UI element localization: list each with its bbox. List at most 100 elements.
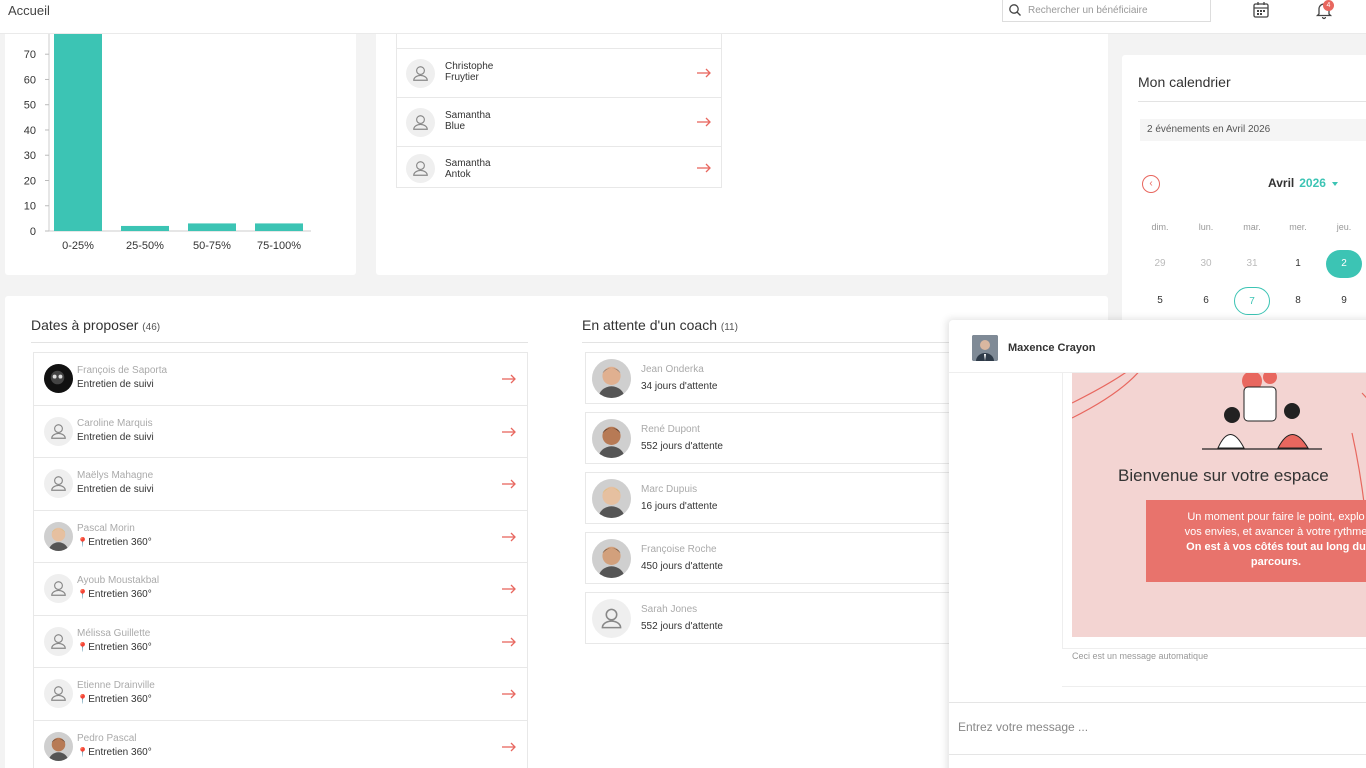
waiting-duration: 34 jours d'attente <box>641 381 718 392</box>
list-item[interactable]: Françoise Roche 450 jours d'attente <box>585 532 965 584</box>
y-tick-label: 60 <box>24 74 36 86</box>
beneficiaries-list-card: Christophe Fruytier Samantha Blue Samantha… <box>376 34 1108 275</box>
weekday-label: lun. <box>1198 222 1214 232</box>
avatar <box>592 359 631 398</box>
beneficiary-name: Etienne Drainville <box>77 680 155 691</box>
calendar-day[interactable]: 31 <box>1234 250 1270 278</box>
contact-avatar <box>972 335 998 361</box>
progress-bar-chart: 0 10 20 30 40 50 60 70 0-25% 25-50% 50-75% 75-100% <box>24 34 311 252</box>
arrow-right-icon[interactable] <box>501 742 517 752</box>
divider <box>31 342 528 343</box>
list-item[interactable]: Pedro Pascal 📍Entretien 360° <box>33 719 528 768</box>
auto-message-note: Ceci est un message automatique <box>1072 651 1209 661</box>
appointment-type: Entretien de suivi <box>77 484 154 495</box>
appointment-type: 📍Entretien 360° <box>77 694 152 705</box>
calendar-title: Mon calendrier <box>1138 74 1231 90</box>
calendar-day[interactable]: 2 <box>1326 250 1362 278</box>
avatar-placeholder-icon <box>44 679 73 708</box>
arrow-right-icon[interactable] <box>501 637 517 647</box>
location-pin-icon: 📍 <box>77 641 89 652</box>
avatar-placeholder-icon <box>592 599 631 638</box>
arrow-right-icon[interactable] <box>501 689 517 699</box>
calendar-day[interactable]: 9 <box>1326 287 1362 315</box>
x-tick-label: 50-75% <box>193 240 231 252</box>
caret-down-icon <box>1331 181 1338 186</box>
arrow-right-icon[interactable] <box>501 427 517 437</box>
appointment-type: 📍Entretien 360° <box>77 641 152 653</box>
beneficiary-name: René Dupont <box>641 424 700 435</box>
list-item[interactable]: Marc Dupuis 16 jours d'attente <box>585 472 965 524</box>
page-title: Accueil <box>8 3 50 18</box>
calendar-day[interactable]: 6 <box>1188 287 1224 315</box>
arrow-right-icon[interactable] <box>501 532 517 542</box>
list-item[interactable]: Christophe Fruytier <box>397 48 721 97</box>
beneficiary-name: Christophe Fruytier <box>445 61 494 83</box>
list-item[interactable]: Sarah Jones 552 jours d'attente <box>585 592 965 644</box>
chat-panel: Maxence Crayon Bienvenue sur votre espac… <box>949 320 1366 768</box>
weekday-label: mar. <box>1243 222 1261 232</box>
chat-messages: Bienvenue sur votre espace Un moment pou… <box>949 373 1366 703</box>
calendar-day[interactable]: 1 <box>1280 250 1316 278</box>
x-tick-label: 75-100% <box>257 240 301 252</box>
arrow-right-icon[interactable] <box>501 584 517 594</box>
location-pin-icon: 📍 <box>77 746 89 757</box>
y-tick-label: 50 <box>24 100 36 112</box>
list-item[interactable]: Ayoub Moustakbal 📍Entretien 360° <box>33 562 528 615</box>
calendar-month-selector[interactable]: Avril 2026 <box>1268 176 1338 190</box>
list-item[interactable]: François de Saporta Entretien de suivi <box>33 352 528 405</box>
avatar-placeholder-icon <box>406 154 435 183</box>
avatar <box>44 364 73 393</box>
chat-message-input[interactable] <box>958 715 1358 739</box>
arrow-right-icon[interactable] <box>696 68 712 78</box>
weekday-label: mer. <box>1289 222 1307 232</box>
calendar-icon[interactable] <box>1251 0 1271 20</box>
calendar-card: Mon calendrier 2 événements en Avril 202… <box>1122 55 1366 335</box>
arrow-right-icon[interactable] <box>696 163 712 173</box>
arrow-right-icon[interactable] <box>696 117 712 127</box>
calendar-day[interactable]: 29 <box>1142 250 1178 278</box>
appointment-type: 📍Entretien 360° <box>77 536 152 548</box>
bar <box>121 225 169 231</box>
list-item[interactable]: Jean Onderka 34 jours d'attente <box>585 352 965 404</box>
appointment-type: 📍Entretien 360° <box>77 589 152 600</box>
search-box[interactable] <box>1002 0 1211 22</box>
list-item[interactable]: Samantha Blue <box>397 97 721 146</box>
avatar-placeholder-icon <box>44 626 73 656</box>
list-item[interactable]: Maëlys Mahagne Entretien de suivi <box>33 457 528 510</box>
arrow-right-icon[interactable] <box>501 374 517 384</box>
avatar <box>592 539 631 578</box>
waiting-duration: 552 jours d'attente <box>641 621 723 632</box>
list-item[interactable]: René Dupont 552 jours d'attente <box>585 412 965 464</box>
search-input[interactable] <box>1028 2 1208 18</box>
bar <box>188 223 236 231</box>
welcome-message-card: Bienvenue sur votre espace Un moment pou… <box>1072 373 1366 637</box>
search-icon <box>1009 4 1021 16</box>
avatar-placeholder-icon <box>44 469 73 498</box>
chevron-left-icon[interactable]: ‹ <box>1142 175 1160 193</box>
arrow-right-icon[interactable] <box>501 479 517 489</box>
list-item[interactable]: Samantha Antok <box>397 146 721 187</box>
beneficiary-name: Caroline Marquis <box>77 417 153 429</box>
calendar-day[interactable]: 7 <box>1234 287 1270 315</box>
dates-section-title: Dates à proposer (46) <box>31 317 161 333</box>
y-tick-label: 0 <box>30 226 36 238</box>
y-tick-label: 30 <box>24 150 36 162</box>
avatar-placeholder-icon <box>406 108 435 137</box>
divider <box>1062 648 1366 649</box>
waiting-duration: 552 jours d'attente <box>641 441 723 452</box>
waiting-duration: 16 jours d'attente <box>641 501 718 512</box>
avatar-placeholder-icon <box>406 59 435 88</box>
list-item[interactable]: Caroline Marquis Entretien de suivi <box>33 404 528 457</box>
list-item[interactable]: Mélissa Guillette 📍Entretien 360° <box>33 614 528 667</box>
welcome-title: Bienvenue sur votre espace <box>1118 466 1329 485</box>
appointment-type: Entretien de suivi <box>77 379 154 390</box>
avatar-placeholder-icon <box>44 416 73 446</box>
list-item[interactable]: Pascal Morin 📍Entretien 360° <box>33 509 528 562</box>
dates-list: François de Saporta Entretien de suivi Car… <box>33 352 528 768</box>
list-item[interactable]: Etienne Drainville 📍Entretien 360° <box>33 667 528 720</box>
bar <box>255 223 303 231</box>
calendar-day[interactable]: 8 <box>1280 287 1316 315</box>
calendar-day[interactable]: 5 <box>1142 287 1178 315</box>
calendar-day[interactable]: 30 <box>1188 250 1224 278</box>
beneficiary-name: Ayoub Moustakbal <box>77 575 160 586</box>
